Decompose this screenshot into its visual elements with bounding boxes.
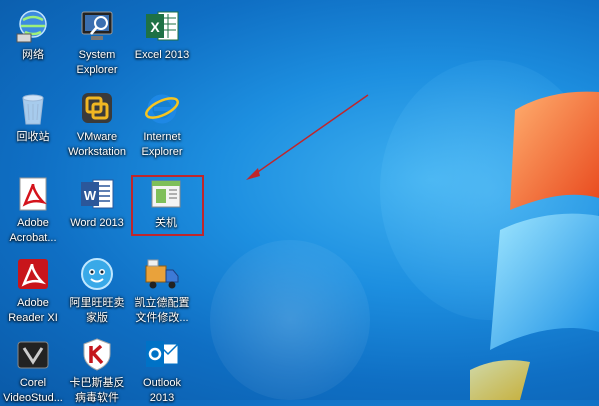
svg-text:X: X [150,19,160,35]
icon-label: Word 2013 [70,217,124,229]
system-explorer-icon [79,8,115,44]
icon-label: Excel 2013 [134,49,190,61]
icon-label: 卡巴斯基反 病毒软件 [69,377,125,404]
desktop-icon-vmware[interactable]: VMware Workstation [64,90,130,160]
network-icon [15,8,51,44]
icon-label: 阿里旺旺卖 家版 [69,297,125,324]
icon-label: Corel VideoStud... [3,377,63,404]
desktop-icon-ie[interactable]: Internet Explorer [129,90,195,160]
desktop-icon-corel[interactable]: Corel VideoStud... [0,336,66,406]
wallpaper-glow [210,240,370,400]
desktop-icon-kaspersky[interactable]: 卡巴斯基反 病毒软件 [64,336,130,406]
icon-label: Outlook 2013 [143,377,181,404]
desktop-icon-careland[interactable]: 凯立德配置 文件修改... [129,256,195,326]
desktop-icon-aliwangwang[interactable]: 阿里旺旺卖 家版 [64,256,130,326]
adobe-reader-icon [15,256,51,292]
icon-label: Adobe Reader XI [8,297,58,324]
icon-label: Adobe Acrobat... [9,217,57,244]
shutdown-shortcut-icon [148,176,184,212]
icon-label: 凯立德配置 文件修改... [134,297,190,324]
acrobat-icon [15,176,51,212]
desktop-icon-shutdown[interactable]: 关机 [133,176,199,231]
desktop-icon-network[interactable]: 网络 [0,8,66,63]
corel-icon [15,336,51,372]
desktop-icon-excel[interactable]: X Excel 2013 [129,8,195,63]
icon-label: 回收站 [16,131,50,143]
svg-text:W: W [84,188,97,203]
desktop-icon-system-explorer[interactable]: System Explorer [64,8,130,78]
desktop-icon-word[interactable]: W Word 2013 [64,176,130,231]
kaspersky-icon [79,336,115,372]
icon-label: 网络 [22,49,44,61]
careland-icon [144,256,180,292]
icon-label: 关机 [155,217,177,229]
icon-label: Internet Explorer [141,131,183,158]
annotation-arrow [246,94,369,180]
windows-logo [470,91,599,400]
icon-label: VMware Workstation [68,131,126,158]
desktop-icon-adobe-reader[interactable]: Adobe Reader XI [0,256,66,326]
excel-icon: X [144,8,180,44]
recycle-bin-icon [15,90,51,126]
word-icon: W [79,176,115,212]
icon-label: System Explorer [76,49,118,76]
ie-icon [144,90,180,126]
aliwangwang-icon [79,256,115,292]
outlook-icon [144,336,180,372]
desktop-icon-acrobat[interactable]: Adobe Acrobat... [0,176,66,246]
desktop-icon-recycle-bin[interactable]: 回收站 [0,90,66,145]
desktop-icon-outlook[interactable]: Outlook 2013 [129,336,195,406]
vmware-icon [79,90,115,126]
